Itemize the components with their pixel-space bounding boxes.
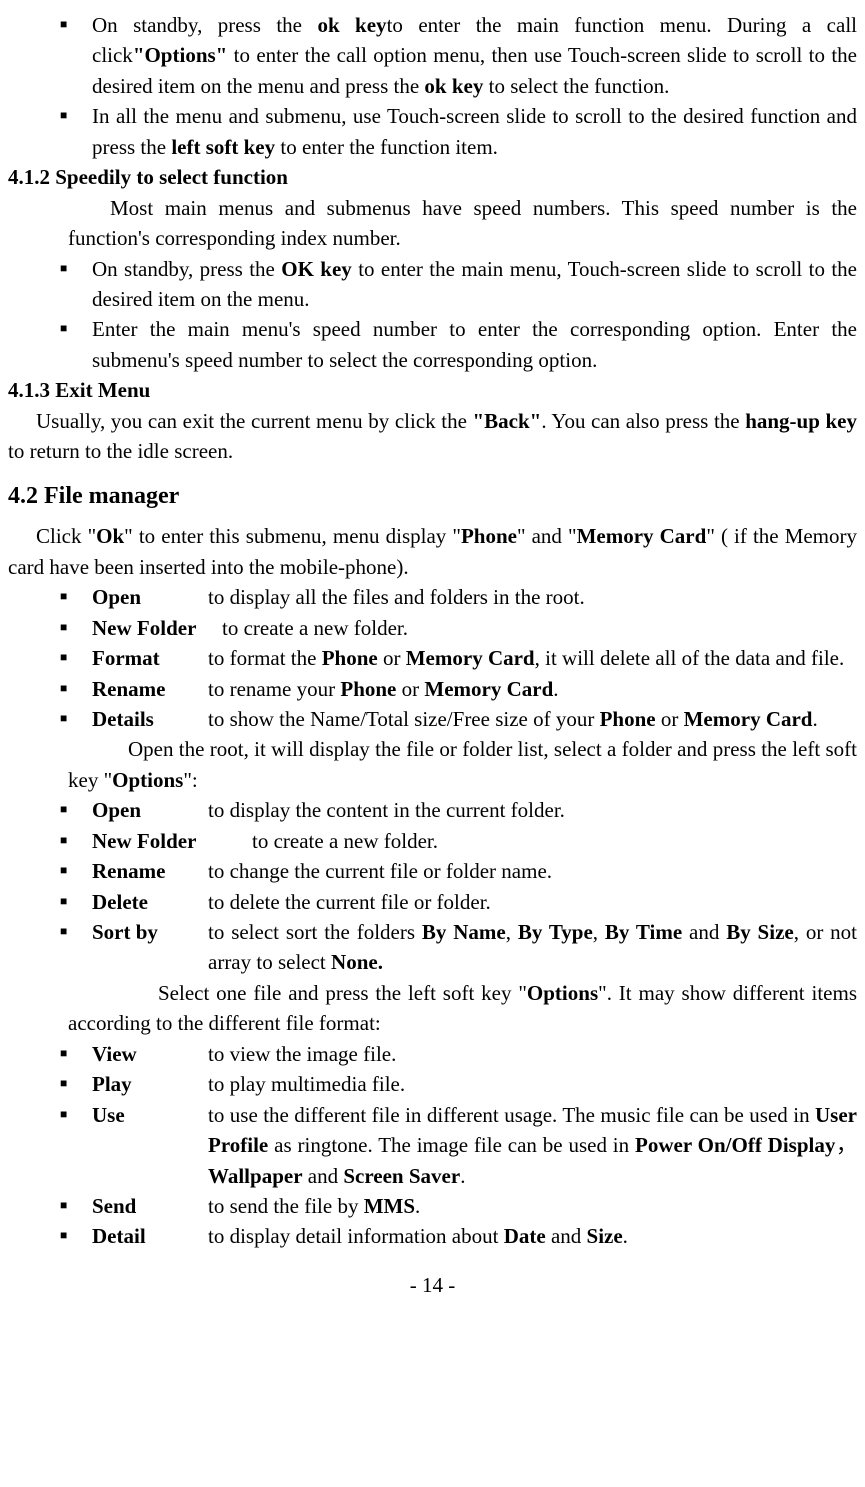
bullet-icon: ■ bbox=[60, 826, 92, 856]
bullet-icon: ■ bbox=[60, 101, 92, 162]
def-desc: to use the different file in different u… bbox=[208, 1100, 857, 1191]
def-term: Delete bbox=[92, 887, 208, 917]
def-term: Send bbox=[92, 1191, 208, 1221]
def-term: Rename bbox=[92, 674, 208, 704]
def-term: Use bbox=[92, 1100, 208, 1191]
list-item: ■ Rename to rename your Phone or Memory … bbox=[8, 674, 857, 704]
def-term: Format bbox=[92, 643, 208, 673]
def-desc: to change the current file or folder nam… bbox=[208, 856, 857, 886]
list-item: ■ Sort by to select sort the folders By … bbox=[8, 917, 857, 978]
list-item: ■ Use to use the different file in diffe… bbox=[8, 1100, 857, 1191]
bullet-icon: ■ bbox=[60, 704, 92, 734]
def-term: Sort by bbox=[92, 917, 208, 978]
list-item: ■ Details to show the Name/Total size/Fr… bbox=[8, 704, 857, 734]
def-desc: to create a new folder. bbox=[222, 613, 857, 643]
bullet-icon: ■ bbox=[60, 582, 92, 612]
heading-413: 4.1.3 Exit Menu bbox=[8, 375, 857, 405]
bullet-icon: ■ bbox=[60, 856, 92, 886]
def-desc: to view the image file. bbox=[208, 1039, 857, 1069]
bullet-icon: ■ bbox=[60, 314, 92, 375]
list-item: ■ Send to send the file by MMS. bbox=[8, 1191, 857, 1221]
bullet-icon: ■ bbox=[60, 1100, 92, 1191]
def-desc: to create a new folder. bbox=[252, 826, 857, 856]
list-item: ■ Rename to change the current file or f… bbox=[8, 856, 857, 886]
page-number: - 14 - bbox=[8, 1270, 857, 1300]
paragraph: Open the root, it will display the file … bbox=[8, 734, 857, 795]
bullet-icon: ■ bbox=[60, 1039, 92, 1069]
def-desc: to display detail information about Date… bbox=[208, 1221, 857, 1251]
def-term: New Folder bbox=[92, 613, 222, 643]
bullet-text: In all the menu and submenu, use Touch-s… bbox=[92, 101, 857, 162]
bullet-list-1: ■ On standby, press the ok keyto enter t… bbox=[8, 10, 857, 162]
def-desc: to delete the current file or folder. bbox=[208, 887, 857, 917]
list-item: ■ Open to display the content in the cur… bbox=[8, 795, 857, 825]
paragraph: Select one file and press the left soft … bbox=[8, 978, 857, 1039]
bullet-icon: ■ bbox=[60, 613, 92, 643]
def-term: Rename bbox=[92, 856, 208, 886]
bullet-list-2: ■ On standby, press the OK key to enter … bbox=[8, 254, 857, 376]
heading-42: 4.2 File manager bbox=[8, 479, 857, 514]
def-term: Details bbox=[92, 704, 208, 734]
def-list-1: ■ Open to display all the files and fold… bbox=[8, 582, 857, 734]
def-desc: to display the content in the current fo… bbox=[208, 795, 857, 825]
def-list-3: ■ View to view the image file. ■ Play to… bbox=[8, 1039, 857, 1252]
list-item: ■ Format to format the Phone or Memory C… bbox=[8, 643, 857, 673]
def-term: Detail bbox=[92, 1221, 208, 1251]
def-desc: to show the Name/Total size/Free size of… bbox=[208, 704, 857, 734]
def-desc: to select sort the folders By Name, By T… bbox=[208, 917, 857, 978]
list-item: ■ In all the menu and submenu, use Touch… bbox=[8, 101, 857, 162]
def-term: Open bbox=[92, 795, 208, 825]
def-list-2: ■ Open to display the content in the cur… bbox=[8, 795, 857, 978]
def-desc: to format the Phone or Memory Card, it w… bbox=[208, 643, 857, 673]
heading-412: 4.1.2 Speedily to select function bbox=[8, 162, 857, 192]
list-item: ■ New Folder to create a new folder. bbox=[8, 826, 857, 856]
list-item: ■ On standby, press the OK key to enter … bbox=[8, 254, 857, 315]
bullet-icon: ■ bbox=[60, 10, 92, 101]
def-term: Open bbox=[92, 582, 208, 612]
paragraph: Most main menus and submenus have speed … bbox=[8, 193, 857, 254]
list-item: ■ On standby, press the ok keyto enter t… bbox=[8, 10, 857, 101]
list-item: ■ View to view the image file. bbox=[8, 1039, 857, 1069]
def-desc: to send the file by MMS. bbox=[208, 1191, 857, 1221]
def-desc: to play multimedia file. bbox=[208, 1069, 857, 1099]
bullet-text: On standby, press the OK key to enter th… bbox=[92, 254, 857, 315]
bullet-icon: ■ bbox=[60, 887, 92, 917]
list-item: ■ Open to display all the files and fold… bbox=[8, 582, 857, 612]
def-term: Play bbox=[92, 1069, 208, 1099]
bullet-icon: ■ bbox=[60, 674, 92, 704]
bullet-icon: ■ bbox=[60, 795, 92, 825]
bullet-icon: ■ bbox=[60, 1069, 92, 1099]
paragraph: Click "Ok" to enter this submenu, menu d… bbox=[8, 521, 857, 582]
bullet-icon: ■ bbox=[60, 254, 92, 315]
def-desc: to display all the files and folders in … bbox=[208, 582, 857, 612]
bullet-icon: ■ bbox=[60, 1191, 92, 1221]
def-term: View bbox=[92, 1039, 208, 1069]
list-item: ■ Detail to display detail information a… bbox=[8, 1221, 857, 1251]
bullet-icon: ■ bbox=[60, 643, 92, 673]
def-term: New Folder bbox=[92, 826, 252, 856]
def-desc: to rename your Phone or Memory Card. bbox=[208, 674, 857, 704]
list-item: ■ New Folder to create a new folder. bbox=[8, 613, 857, 643]
list-item: ■ Enter the main menu's speed number to … bbox=[8, 314, 857, 375]
list-item: ■ Play to play multimedia file. bbox=[8, 1069, 857, 1099]
paragraph: Usually, you can exit the current menu b… bbox=[8, 406, 857, 467]
bullet-icon: ■ bbox=[60, 917, 92, 978]
bullet-text: Enter the main menu's speed number to en… bbox=[92, 314, 857, 375]
bullet-text: On standby, press the ok keyto enter the… bbox=[92, 10, 857, 101]
list-item: ■ Delete to delete the current file or f… bbox=[8, 887, 857, 917]
bullet-icon: ■ bbox=[60, 1221, 92, 1251]
